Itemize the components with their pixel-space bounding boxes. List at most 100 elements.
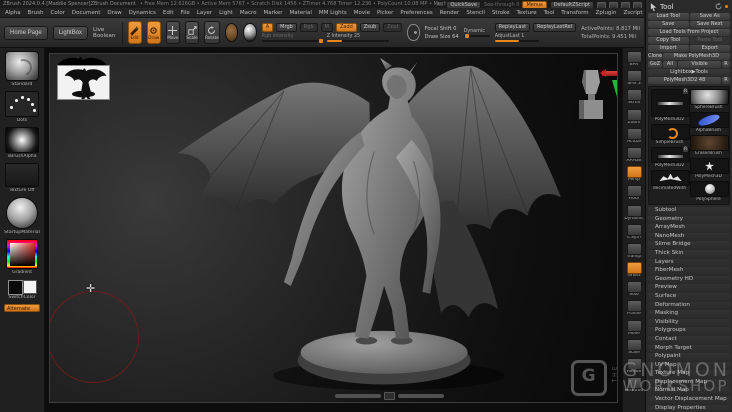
tool-subpalette[interactable]: Slime Bridge: [648, 241, 730, 249]
z-intensity-slider[interactable]: Z Intensity 25: [326, 34, 389, 42]
menu-item[interactable]: Material: [290, 10, 312, 16]
load-tool-button[interactable]: Load Tool: [648, 13, 689, 20]
menu-item[interactable]: Dynamics: [129, 10, 156, 16]
current-brush-icon[interactable]: [224, 23, 239, 42]
tool-thumb[interactable]: PolyMesh3D: [690, 158, 729, 179]
menu-item[interactable]: Document: [72, 10, 101, 16]
save-button[interactable]: Save: [648, 21, 689, 28]
menu-item[interactable]: MM Lights: [319, 10, 347, 16]
menu-item[interactable]: Draw: [107, 10, 121, 16]
goz-all-button[interactable]: All: [663, 61, 677, 68]
scrollbar-handle-icon[interactable]: [384, 392, 395, 400]
right-shelf-button[interactable]: L.Sym: [623, 223, 645, 241]
export-button[interactable]: Export: [689, 45, 730, 52]
menu-item[interactable]: Stencil: [466, 10, 485, 16]
tool-subpalette[interactable]: UV Map: [648, 361, 730, 370]
tool-subpalette[interactable]: Contact: [648, 335, 730, 344]
menu-item[interactable]: Brush: [28, 10, 44, 16]
active-tool-r-button[interactable]: R: [722, 77, 730, 84]
focal-shift-slider[interactable]: Focal Shift 0: [425, 26, 459, 32]
replay-last-button[interactable]: ReplayLast: [494, 23, 531, 32]
tool-subpalette[interactable]: ArrayMesh: [648, 224, 730, 232]
right-shelf-button[interactable]: Floor: [623, 185, 645, 202]
replay-last-rel-button[interactable]: ReplayLastRel: [533, 23, 577, 32]
right-shelf-button[interactable]: Scroll: [623, 89, 645, 106]
import-button[interactable]: Import: [648, 45, 689, 52]
tool-thumb[interactable]: SimpleBrush: [651, 124, 690, 145]
clone-button[interactable]: Clone: [648, 53, 662, 60]
tool-subpalette[interactable]: Subtool: [648, 207, 730, 215]
tool-subpalette[interactable]: Geometry HD: [648, 275, 730, 284]
zcut-toggle[interactable]: Zcut: [383, 23, 403, 32]
tool-subpalette[interactable]: FiberMesh: [648, 267, 730, 275]
move-button[interactable]: Move: [165, 21, 180, 44]
tool-thumb[interactable]: R PolyMesh3D2: [651, 146, 690, 168]
goz-visible-button[interactable]: Visible: [678, 61, 721, 68]
right-shelf-button[interactable]: Zoom: [623, 108, 645, 126]
rgb-toggle[interactable]: Rgb: [299, 23, 318, 32]
main-color-swatch[interactable]: [8, 280, 23, 295]
switch-color[interactable]: SwitchColor: [3, 279, 41, 300]
menu-item[interactable]: Picker: [377, 10, 393, 16]
color-picker-swatch[interactable]: [6, 239, 38, 269]
copy-tool-button[interactable]: Copy Tool: [648, 37, 689, 44]
horizontal-scrollbar[interactable]: [335, 392, 444, 400]
menu-item[interactable]: Render: [440, 10, 460, 16]
tool-subpalette[interactable]: Normal Map: [648, 387, 730, 396]
scrollbar-right[interactable]: [398, 394, 444, 398]
right-shelf-button[interactable]: Ghost: [623, 262, 645, 279]
tool-subpalette[interactable]: Display Properties: [648, 404, 730, 412]
make-polymesh3d-button[interactable]: Make PolyMesh3D: [663, 53, 730, 60]
tool-subpalette[interactable]: Visibility: [648, 318, 730, 327]
tool-subpalette[interactable]: Deformation: [648, 301, 730, 310]
right-shelf-button[interactable]: Move: [623, 319, 645, 337]
draw-size-slider[interactable]: Draw Size 64: [425, 34, 459, 40]
tool-thumb[interactable]: PolySphere: [690, 181, 729, 202]
alpha-thumb[interactable]: [5, 127, 39, 153]
brush-selector[interactable]: Standard: [3, 51, 41, 87]
menu-item[interactable]: Texture: [516, 10, 536, 16]
menu-item[interactable]: Color: [51, 10, 65, 16]
tool-thumb[interactable]: AlphaBrush: [690, 112, 729, 133]
tool-subpalette[interactable]: Preview: [648, 284, 730, 292]
secondary-color-swatch[interactable]: [23, 280, 37, 294]
menu-item[interactable]: Stroke: [492, 10, 510, 16]
axis-y-arrow[interactable]: [612, 80, 617, 97]
right-shelf-button[interactable]: AAHalf: [623, 146, 645, 164]
goz-button[interactable]: GoZ: [648, 61, 662, 68]
menu-item[interactable]: Tool: [544, 10, 555, 16]
draw-button[interactable]: Draw: [146, 21, 161, 44]
menu-item[interactable]: Movie: [354, 10, 370, 16]
load-tools-from-project-button[interactable]: Load Tools From Project: [648, 29, 730, 36]
tool-thumb[interactable]: SphereBrush: [690, 89, 729, 110]
m-toggle[interactable]: M: [320, 23, 333, 32]
tool-subpalette[interactable]: Geometry: [648, 215, 730, 224]
menu-item[interactable]: Marker: [264, 10, 283, 16]
right-shelf-button[interactable]: Frame: [623, 300, 645, 317]
menu-item[interactable]: Light: [219, 10, 233, 16]
menu-item[interactable]: Alpha: [5, 10, 21, 16]
menu-item[interactable]: Preferences: [400, 10, 432, 16]
menu-item[interactable]: Layer: [197, 10, 212, 16]
current-material-icon[interactable]: [243, 23, 257, 42]
tool-subpalette[interactable]: Morph Target: [648, 344, 730, 353]
menu-item[interactable]: Macro: [240, 10, 257, 16]
tool-subpalette[interactable]: Masking: [648, 310, 730, 318]
right-shelf-button[interactable]: BPR: [623, 51, 645, 68]
tool-subpalette[interactable]: Polygroups: [648, 327, 730, 335]
document-canvas[interactable]: ✛: [45, 48, 622, 412]
brush-thumb[interactable]: [5, 51, 39, 81]
menu-item[interactable]: Zscript: [623, 10, 642, 16]
right-shelf-button[interactable]: Transp: [623, 242, 645, 260]
right-shelf-button[interactable]: Dynamic: [623, 204, 645, 222]
alternate-button[interactable]: Alternate: [4, 304, 40, 312]
rotate-button[interactable]: Rotate: [204, 21, 220, 44]
menu-item[interactable]: Zplugin: [596, 10, 617, 16]
color-picker[interactable]: Gradient: [3, 239, 41, 275]
refresh-icon[interactable]: [715, 3, 722, 10]
lightbox-tools-button[interactable]: Lightbox▶Tools: [648, 69, 730, 76]
right-shelf-button[interactable]: Hist 200: [623, 377, 645, 394]
right-shelf-button[interactable]: Actual: [623, 127, 645, 145]
right-shelf-button[interactable]: SPix 3: [623, 70, 645, 87]
switch-color-swatches[interactable]: [6, 279, 38, 295]
